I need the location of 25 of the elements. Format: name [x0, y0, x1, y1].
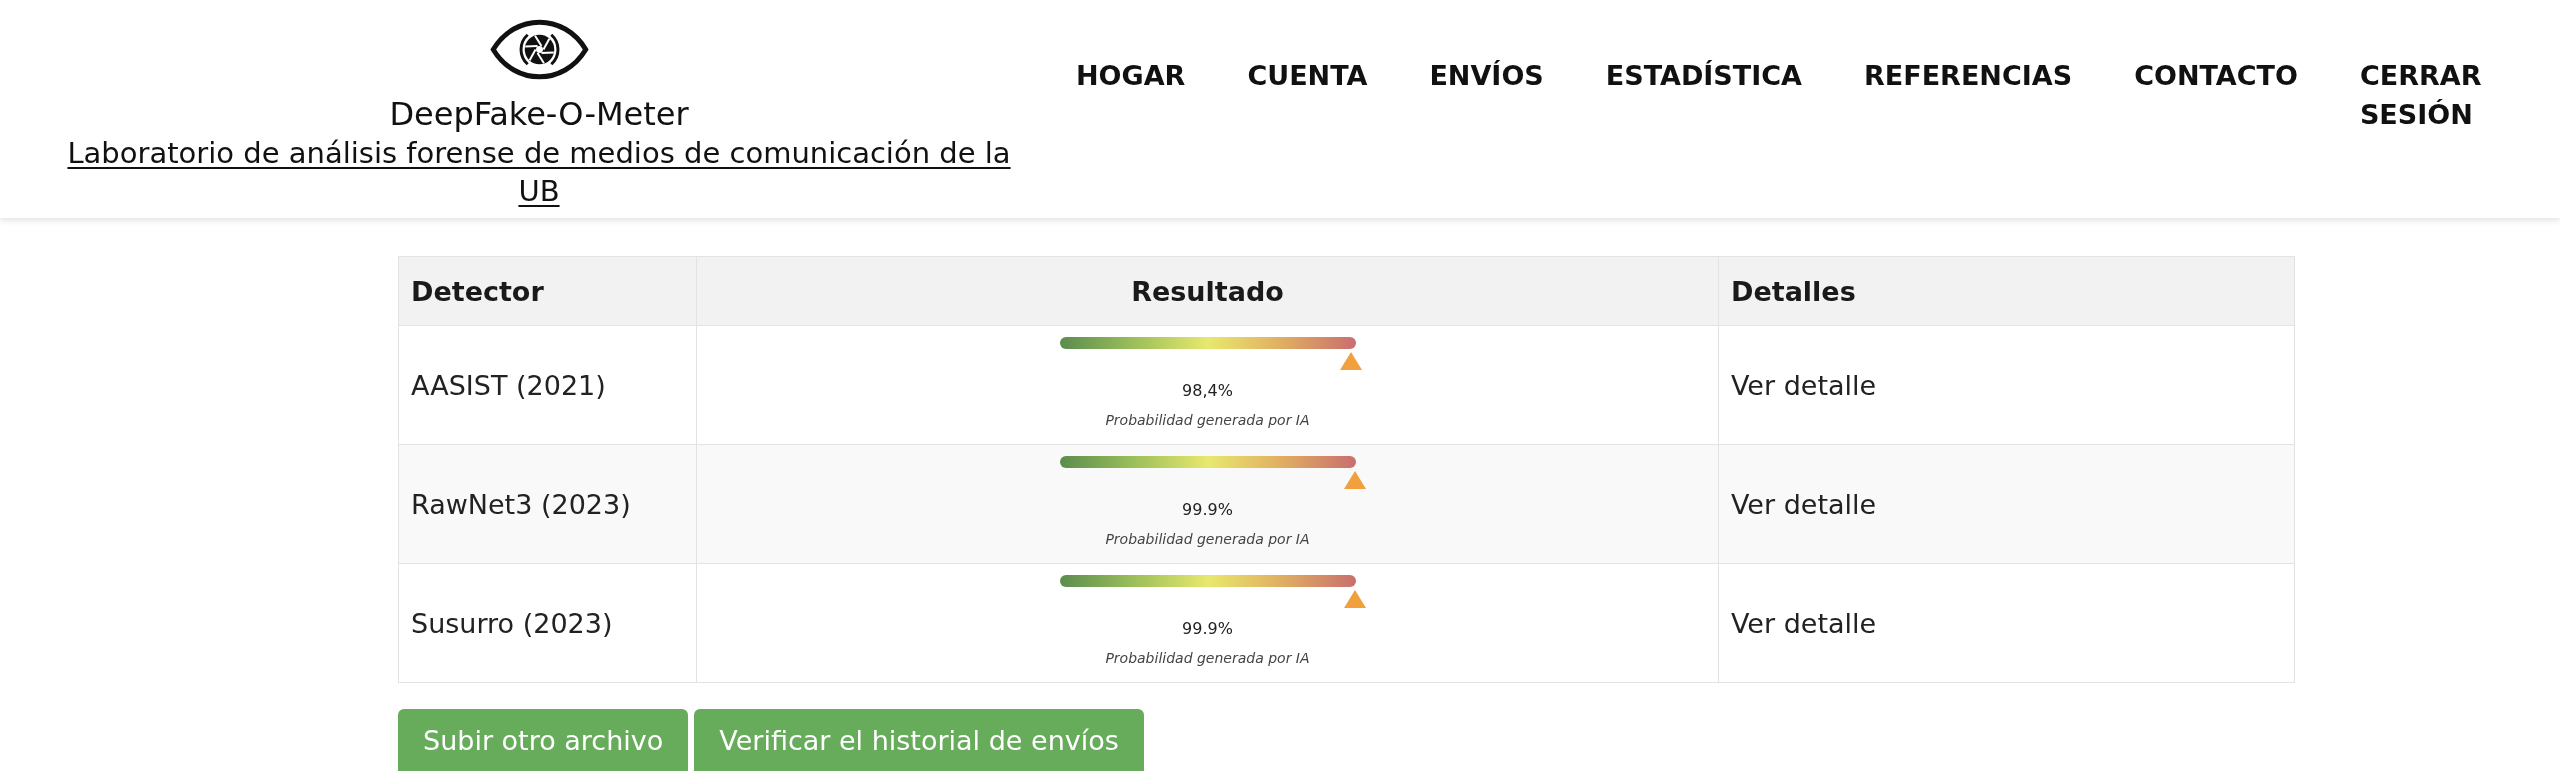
detector-cell: RawNet3 (2023)	[398, 444, 697, 564]
probability-caption: Probabilidad generada por IA	[1104, 530, 1311, 548]
column-header: Detalles	[1718, 256, 2295, 326]
probability-caption: Probabilidad generada por IA	[1104, 649, 1311, 667]
subtitle-link[interactable]: Laboratorio de análisis forense de medios de comunicación de la UB	[49, 134, 1029, 210]
nav-link[interactable]: HOGAR	[1076, 56, 1186, 95]
nav-link[interactable]: ESTADÍSTICA	[1605, 56, 1802, 95]
probability-value: 99.9%	[1181, 618, 1234, 640]
column-header: Resultado	[696, 256, 1719, 326]
nav-link[interactable]: ENVÍOS	[1429, 56, 1544, 95]
probability-value: 99.9%	[1181, 499, 1234, 521]
probability-value: 98,4%	[1181, 380, 1234, 402]
nav-link[interactable]: CONTACTO	[2134, 56, 2298, 95]
details-cell: Ver detalle	[1718, 325, 2295, 445]
site-title: DeepFake-O-Meter	[389, 94, 689, 134]
probability-caption: Probabilidad generada por IA	[1104, 411, 1311, 429]
column-header: Detector	[398, 256, 697, 326]
nav-link[interactable]: CERRAR SESIÓN	[2359, 56, 2500, 134]
detector-cell: AASIST (2021)	[398, 325, 697, 445]
nav-link[interactable]: REFERENCIAS	[1864, 56, 2073, 95]
details-cell: Ver detalle	[1718, 563, 2295, 683]
nav-link[interactable]: CUENTA	[1247, 56, 1368, 95]
eye-logo-icon	[489, 18, 589, 81]
details-cell: Ver detalle	[1718, 444, 2295, 564]
detector-cell: Susurro (2023)	[398, 563, 697, 683]
